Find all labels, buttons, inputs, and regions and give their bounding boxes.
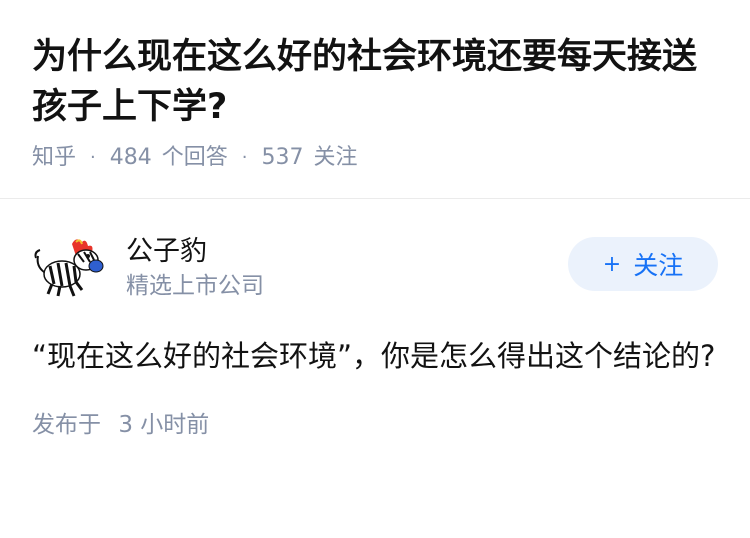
author-row: 公子豹 精选上市公司 + 关注 <box>32 233 718 303</box>
plus-icon: + <box>602 251 622 277</box>
follower-count: 537 <box>261 145 304 170</box>
zebra-avatar-icon[interactable] <box>32 236 104 300</box>
question-header: 为什么现在这么好的社会环境还要每天接送孩子上下学? 知乎 · 484 个回答 ·… <box>0 0 750 174</box>
follow-button-label: 关注 <box>633 251 684 280</box>
author-name[interactable]: 公子豹 <box>126 234 568 270</box>
section-divider <box>0 198 750 199</box>
answer-count-label[interactable]: 个回答 <box>162 142 228 174</box>
publish-time: 发布于 3 小时前 <box>32 409 718 441</box>
follower-count-label[interactable]: 关注 <box>314 142 358 174</box>
follow-button[interactable]: + 关注 <box>568 237 718 291</box>
source-label[interactable]: 知乎 <box>32 142 76 174</box>
publish-time-value: 3 小时前 <box>118 412 210 438</box>
separator-dot: · <box>241 147 248 168</box>
question-title[interactable]: 为什么现在这么好的社会环境还要每天接送孩子上下学? <box>32 32 718 132</box>
answer-content[interactable]: “现在这么好的社会环境”，你是怎么得出这个结论的? <box>32 333 718 379</box>
publish-time-prefix: 发布于 <box>32 412 101 438</box>
separator-dot: · <box>90 147 96 168</box>
answer-card: 公子豹 精选上市公司 + 关注 “现在这么好的社会环境”，你是怎么得出这个结论的… <box>0 233 750 441</box>
question-meta: 知乎 · 484 个回答 · 537 关注 <box>32 142 718 174</box>
author-description: 精选上市公司 <box>126 273 264 299</box>
author-info: 公子豹 精选上市公司 <box>126 234 568 302</box>
answer-count: 484 <box>109 145 152 170</box>
